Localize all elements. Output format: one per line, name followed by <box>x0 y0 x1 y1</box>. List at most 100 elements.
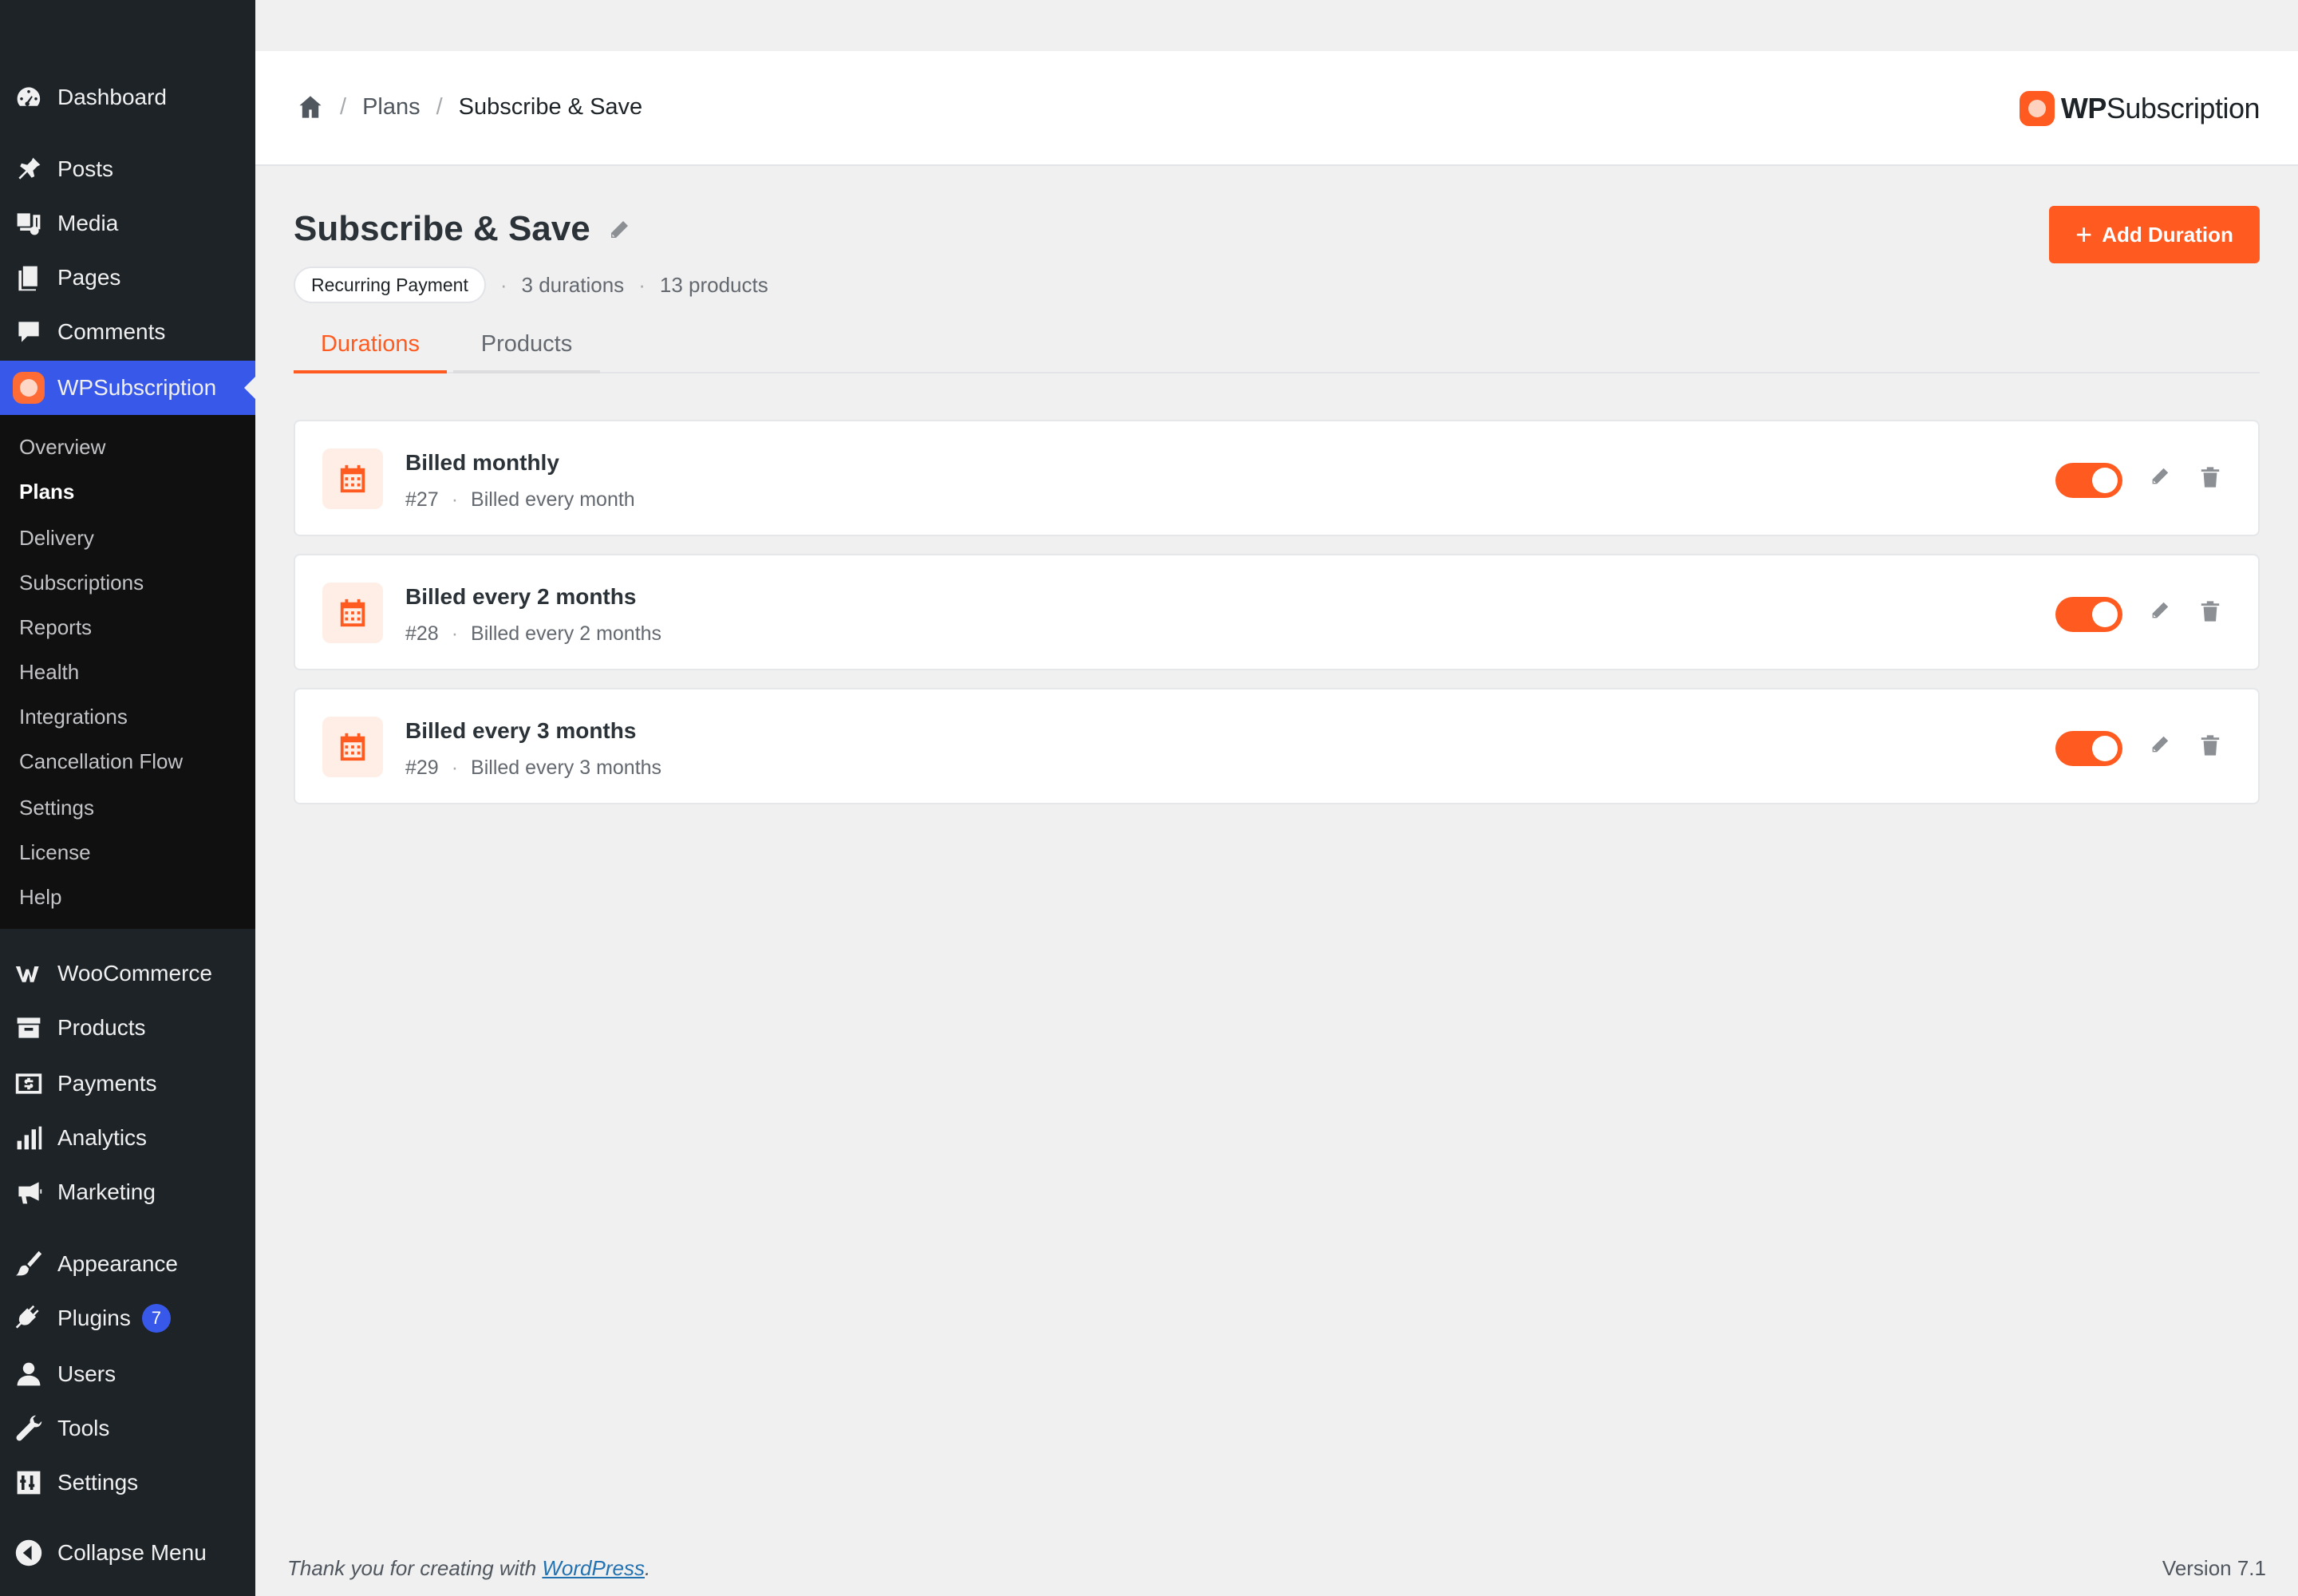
submenu-health[interactable]: Health <box>19 656 79 688</box>
menu-label: Comments <box>57 319 166 344</box>
breadcrumb: / Plans / Subscribe & Save <box>297 91 642 123</box>
duration-subtitle: #29 · Billed every 3 months <box>405 757 661 780</box>
menu-item-media[interactable]: Media <box>0 196 255 251</box>
submenu-delivery[interactable]: Delivery <box>19 522 94 554</box>
menu-item-marketing[interactable]: Marketing <box>0 1165 255 1219</box>
comments-icon <box>0 305 57 359</box>
menu-label: Pages <box>57 265 121 290</box>
menu-label: Plugins <box>57 1306 131 1330</box>
trash-icon[interactable] <box>2199 600 2225 626</box>
menu-label: Payments <box>57 1071 157 1096</box>
update-count-badge: 7 <box>141 1304 171 1333</box>
menu-item-products[interactable]: Products <box>0 1001 255 1055</box>
wrench-icon <box>0 1401 57 1456</box>
menu-item-analytics[interactable]: Analytics <box>0 1111 255 1165</box>
menu-item-posts[interactable]: Posts <box>0 142 255 196</box>
breadcrumb-current: Subscribe & Save <box>458 93 643 120</box>
toggle-knob <box>2092 468 2118 493</box>
duration-enabled-toggle[interactable] <box>2055 597 2122 632</box>
toggle-knob <box>2092 736 2118 761</box>
woocommerce-icon <box>0 946 57 1001</box>
menu-label: Analytics <box>57 1125 148 1150</box>
menu-label: Users <box>57 1361 116 1386</box>
submenu-settings[interactable]: Settings <box>19 792 94 824</box>
menu-item-plugins[interactable]: Plugins 7 <box>0 1291 255 1345</box>
footer-thanks-suffix: . <box>644 1556 651 1580</box>
menu-label: Settings <box>57 1470 139 1495</box>
duration-description: Billed every 2 months <box>471 622 662 645</box>
duration-enabled-toggle[interactable] <box>2055 463 2122 498</box>
menu-item-users[interactable]: Users <box>0 1347 255 1401</box>
wordpress-link[interactable]: WordPress <box>542 1556 645 1580</box>
trash-icon[interactable] <box>2199 466 2225 492</box>
plan-tabs: Durations Products <box>294 318 2260 373</box>
submenu-reports[interactable]: Reports <box>19 611 92 643</box>
meta-separator: · <box>451 757 459 779</box>
duration-description: Billed every month <box>471 488 635 511</box>
meta-separator: · <box>499 272 507 297</box>
sliders-icon <box>0 1456 57 1510</box>
wpsubscription-submenu: Overview Plans Delivery Subscriptions Re… <box>0 415 255 929</box>
brand-name: WPSubscription <box>2060 92 2260 124</box>
breadcrumb-separator: / <box>340 93 347 120</box>
duration-id: #29 <box>405 757 439 779</box>
wpsubscription-icon <box>0 361 57 415</box>
submenu-overview[interactable]: Overview <box>19 431 105 463</box>
duration-enabled-toggle[interactable] <box>2055 731 2122 766</box>
breadcrumb-plans-link[interactable]: Plans <box>362 94 421 120</box>
trash-icon[interactable] <box>2199 734 2225 760</box>
menu-item-settings[interactable]: Settings <box>0 1456 255 1510</box>
durations-count: 3 durations <box>521 272 625 297</box>
edit-title-icon[interactable] <box>606 219 630 243</box>
brush-icon <box>0 1237 57 1291</box>
collapse-icon <box>0 1526 57 1580</box>
edit-pencil-icon[interactable] <box>2148 600 2174 626</box>
calendar-icon <box>322 717 383 777</box>
menu-label: Media <box>57 211 119 235</box>
edit-pencil-icon[interactable] <box>2148 734 2174 760</box>
home-icon[interactable] <box>297 93 324 120</box>
menu-item-comments[interactable]: Comments <box>0 305 255 359</box>
megaphone-icon <box>0 1165 57 1219</box>
submenu-integrations[interactable]: Integrations <box>19 701 128 733</box>
menu-label: Posts <box>57 156 114 181</box>
menu-label: Products <box>57 1015 146 1040</box>
menu-item-appearance[interactable]: Appearance <box>0 1237 255 1291</box>
wpsubscription-logo-icon <box>2019 91 2055 126</box>
edit-pencil-icon[interactable] <box>2148 466 2174 492</box>
menu-item-tools[interactable]: Tools <box>0 1401 255 1456</box>
menu-label: Marketing <box>57 1179 156 1204</box>
menu-item-dashboard[interactable]: Dashboard <box>0 70 255 124</box>
menu-label: Appearance <box>57 1251 179 1276</box>
page-title: Subscribe & Save <box>294 209 590 248</box>
tab-durations[interactable]: Durations <box>294 318 447 373</box>
submenu-cancellation-flow[interactable]: Cancellation Flow <box>19 745 183 777</box>
plan-meta: Recurring Payment · 3 durations · 13 pro… <box>294 267 768 303</box>
duration-description: Billed every 3 months <box>471 757 662 779</box>
calendar-icon <box>322 448 383 509</box>
duration-subtitle: #28 · Billed every 2 months <box>405 622 661 646</box>
submenu-plans[interactable]: Plans <box>19 476 74 508</box>
meta-separator: · <box>451 488 459 511</box>
page-header: / Plans / Subscribe & Save WPSubscriptio… <box>255 51 2298 166</box>
tab-products[interactable]: Products <box>453 318 600 373</box>
calendar-icon <box>322 583 383 643</box>
bar-chart-icon <box>0 1111 57 1165</box>
add-duration-button[interactable]: + Add Duration <box>2049 206 2260 263</box>
duration-card: Billed every 2 months #28 · Billed every… <box>294 554 2260 670</box>
duration-id: #27 <box>405 488 439 511</box>
submenu-license[interactable]: License <box>19 836 91 868</box>
menu-item-woocommerce[interactable]: WooCommerce <box>0 946 255 1001</box>
submenu-help[interactable]: Help <box>19 881 61 913</box>
menu-item-payments[interactable]: Payments <box>0 1057 255 1111</box>
duration-title: Billed monthly <box>405 450 559 475</box>
submenu-subscriptions[interactable]: Subscriptions <box>19 567 144 598</box>
dollar-icon <box>0 1057 57 1111</box>
menu-item-wpsubscription[interactable]: WPSubscription <box>0 361 255 415</box>
meta-separator: · <box>638 272 646 297</box>
dashboard-icon <box>0 70 57 124</box>
menu-item-pages[interactable]: Pages <box>0 251 255 305</box>
add-duration-label: Add Duration <box>2102 222 2233 247</box>
collapse-menu-button[interactable]: Collapse Menu <box>0 1526 255 1580</box>
menu-label: Collapse Menu <box>57 1540 207 1565</box>
